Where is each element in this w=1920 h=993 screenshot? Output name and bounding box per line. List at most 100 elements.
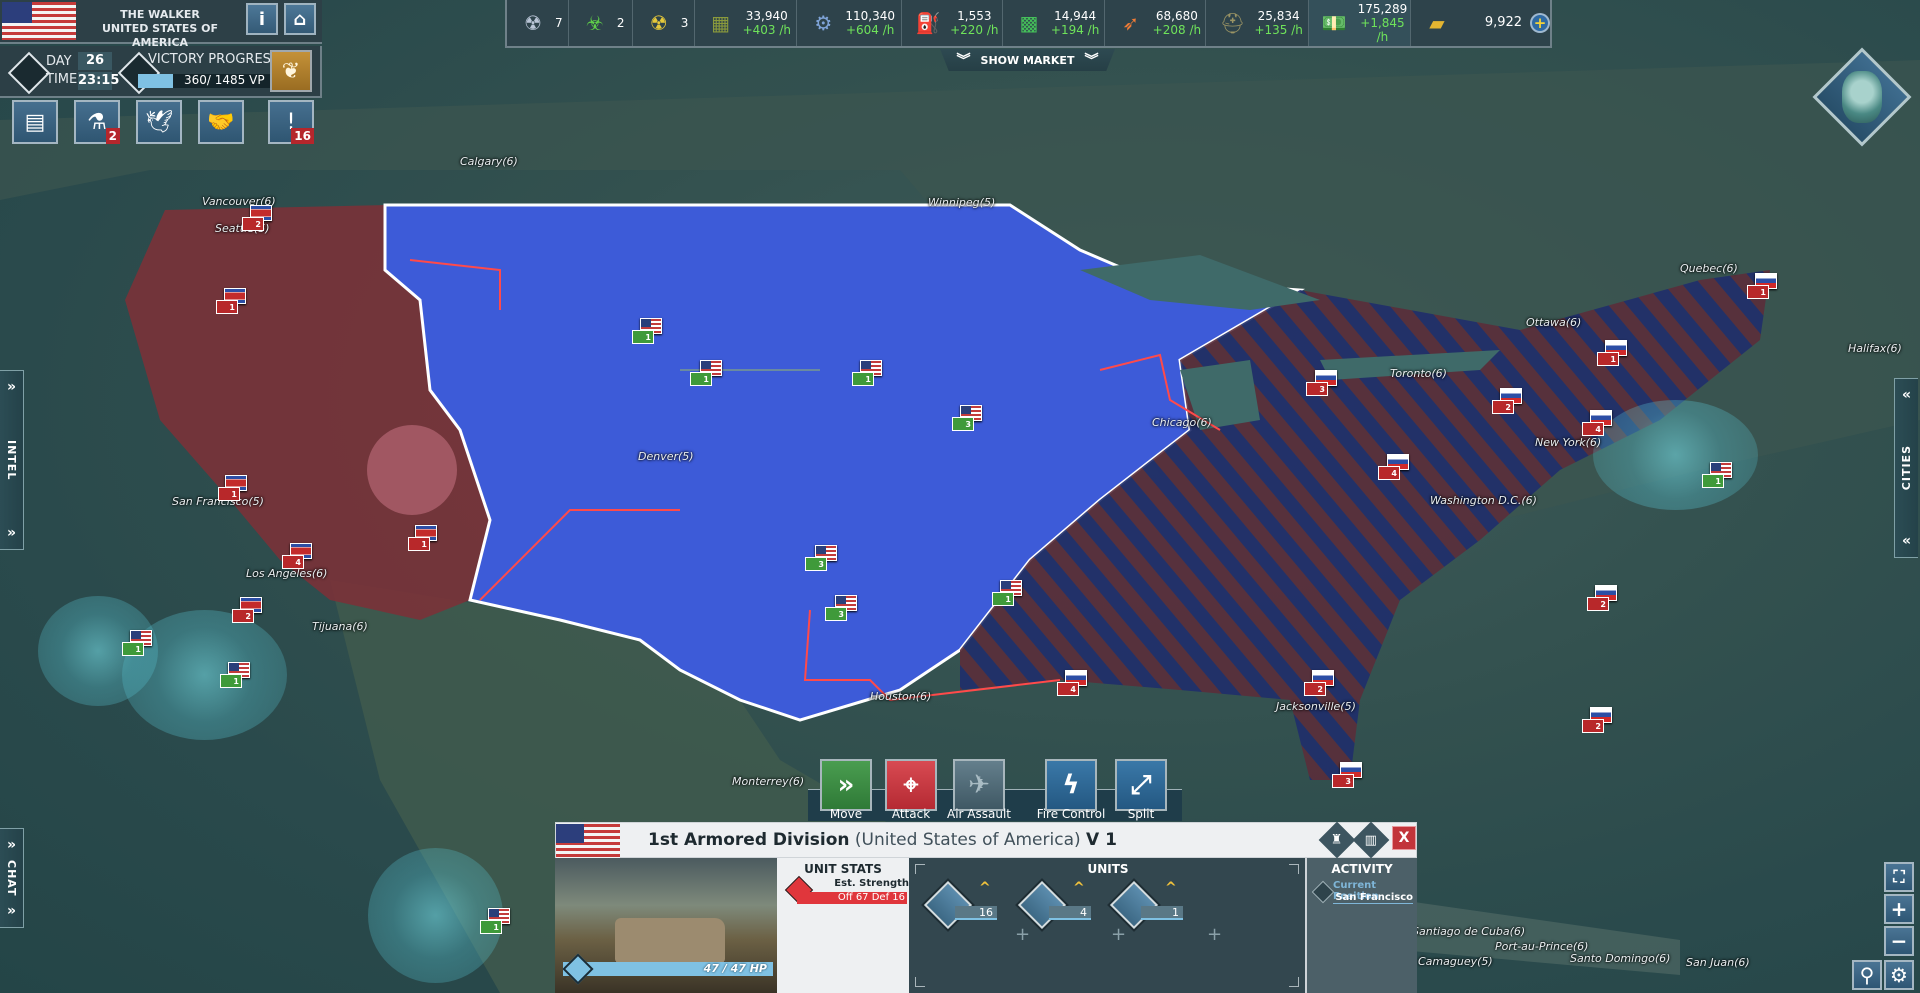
settings-button[interactable]: ⚙ (1884, 960, 1914, 990)
attack-button[interactable]: ⌖ (885, 759, 937, 811)
resource-value: 33,940 (745, 9, 788, 23)
resource-rate: +135 /h (1254, 23, 1303, 37)
strength-value: Off 67 Def 16 (797, 892, 907, 904)
add-unit-slot[interactable]: + (1207, 924, 1222, 945)
city-label[interactable]: Camaguey(5) (1418, 955, 1493, 968)
resource-warhead-nuclear[interactable]: ☢ 3 (633, 0, 695, 46)
circuit-board-icon: ▩ (1019, 11, 1039, 35)
split-button[interactable]: ⤢ (1115, 759, 1167, 811)
diplomacy-button[interactable]: 🕊 (136, 100, 182, 144)
city-label[interactable]: Santiago de Cuba(6) (1412, 925, 1525, 938)
city-label[interactable]: Santo Domingo(6) (1570, 952, 1670, 965)
fit-view-button[interactable]: ⛶ (1884, 862, 1914, 892)
time-value: 23:15 (78, 72, 120, 90)
research-button[interactable]: ⚗ 2 (74, 100, 120, 144)
resource-value: 110,340 (845, 9, 895, 23)
city-label[interactable]: Halifax(6) (1848, 342, 1902, 355)
research-badge: 2 (105, 128, 120, 144)
victory-laurel-button[interactable]: ❦ (270, 50, 312, 92)
chat-tab[interactable]: » CHAT » (0, 828, 24, 928)
zoom-in-button[interactable]: + (1884, 894, 1914, 924)
resource-supplies[interactable]: ▦ 33,940 +403 /h (695, 0, 798, 46)
chevron-right-icon: » (6, 902, 17, 919)
player-name: THE WALKER (120, 8, 200, 21)
add-gold-button[interactable]: + (1530, 13, 1550, 33)
city-label[interactable]: Toronto(6) (1390, 367, 1447, 380)
supply-crate-icon: ▦ (711, 11, 731, 35)
location-pin-icon (1311, 880, 1335, 904)
move-button[interactable]: » (820, 759, 872, 811)
air-assault-button[interactable]: ✈ (953, 759, 1005, 811)
armored-vehicle-icon (1017, 880, 1067, 930)
handshake-icon: 🤝 (207, 109, 235, 135)
city-label[interactable]: Washington D.C.(6) (1430, 494, 1537, 507)
newspaper-button[interactable]: ▤ (12, 100, 58, 144)
zoom-out-button[interactable]: − (1884, 926, 1914, 956)
city-label[interactable]: Tijuana(6) (312, 620, 368, 633)
cash-icon: 💵 (1321, 11, 1347, 35)
player-header: THE WALKER UNITED STATES OF AMERICA i ⌂ (0, 0, 322, 49)
chevron-down-icon: ︾ (1084, 53, 1099, 69)
fortify-button[interactable]: ♜ (1318, 821, 1356, 859)
armored-vehicle-image (615, 918, 725, 963)
chevron-down-icon: ︾ (956, 53, 971, 69)
unit-slot[interactable]: 4 ^ (1017, 880, 1109, 932)
city-label[interactable]: Denver(5) (638, 450, 694, 463)
time-label: TIME (46, 72, 78, 87)
alerts-button[interactable]: ! 16 (268, 100, 314, 144)
resource-value: 68,680 (1155, 9, 1198, 23)
position-value[interactable]: San Francisco (1333, 892, 1413, 904)
intel-tab[interactable]: » INTEL » (0, 370, 24, 550)
resource-value: 9,922 (1484, 15, 1523, 30)
chat-label: CHAT (5, 859, 18, 897)
cities-tab[interactable]: « CITIES « (1894, 378, 1918, 558)
resource-warhead-chemical[interactable]: ☣ 2 (569, 0, 633, 46)
resource-warhead-blue[interactable]: ☢ 7 (507, 0, 569, 46)
resource-electronics[interactable]: ▩ 14,944 +194 /h (1003, 0, 1105, 46)
fuel-can-icon: ⛽ (915, 11, 941, 35)
city-label[interactable]: Jacksonville(5) (1276, 700, 1356, 713)
resource-rate: +1,845 /h (1360, 16, 1405, 44)
info-icon: i (258, 8, 266, 30)
city-label[interactable]: Ottawa(6) (1526, 316, 1581, 329)
victory-progress-fill (138, 74, 173, 88)
unit-slot[interactable]: 16 ^ (923, 880, 1015, 932)
search-button[interactable]: ⚲ (1852, 960, 1882, 990)
info-button[interactable]: i (246, 3, 278, 35)
warhead-blue-icon: ☢ (524, 11, 542, 35)
add-unit-slot[interactable]: + (1015, 924, 1030, 945)
split-icon: ⤢ (1130, 769, 1152, 800)
resource-rare-materials[interactable]: ➶ 68,680 +208 /h (1105, 0, 1207, 46)
alliance-button[interactable]: 🤝 (198, 100, 244, 144)
city-button[interactable]: ▥ (1352, 821, 1390, 859)
country-flag (2, 2, 76, 40)
unit-version: V 1 (1086, 830, 1117, 850)
fire-control-button[interactable]: ϟ (1045, 759, 1097, 811)
city-label[interactable]: Monterrey(6) (732, 775, 804, 788)
city-label[interactable]: Quebec(6) (1680, 262, 1738, 275)
show-market-button[interactable]: ︾ SHOW MARKET ︾ (940, 49, 1115, 71)
city-label[interactable]: San Juan(6) (1686, 956, 1750, 969)
resource-gold[interactable]: ▰ 9,922 + (1411, 0, 1550, 46)
resource-components[interactable]: ⚙ 110,340 +604 /h (797, 0, 903, 46)
resource-rate: +208 /h (1152, 23, 1202, 37)
rocket-icon: ➶ (1122, 11, 1140, 35)
unit-count: 16 (955, 906, 997, 920)
resource-money[interactable]: 💵 175,289 +1,845 /h (1309, 0, 1411, 46)
resource-manpower[interactable]: ⛑ 25,834 +135 /h (1206, 0, 1310, 46)
close-button[interactable]: X (1392, 826, 1416, 850)
city-label[interactable]: Winnipeg(5) (928, 196, 995, 209)
resource-rate: +194 /h (1050, 23, 1100, 37)
aircraft-icon (1109, 880, 1159, 930)
add-unit-slot[interactable]: + (1111, 924, 1126, 945)
resource-value: 1,553 (957, 9, 992, 23)
rank-chevron-icon: ^ (979, 880, 991, 896)
city-icon: ▥ (1364, 832, 1378, 848)
resource-fuel[interactable]: ⛽ 1,553 +220 /h (902, 0, 1003, 46)
home-button[interactable]: ⌂ (284, 3, 316, 35)
city-label[interactable]: Calgary(6) (460, 155, 518, 168)
city-label[interactable]: Houston(6) (870, 690, 931, 703)
city-label[interactable]: New York(6) (1535, 436, 1601, 449)
resource-rate: +220 /h (950, 23, 999, 37)
city-label[interactable]: Chicago(6) (1152, 416, 1212, 429)
